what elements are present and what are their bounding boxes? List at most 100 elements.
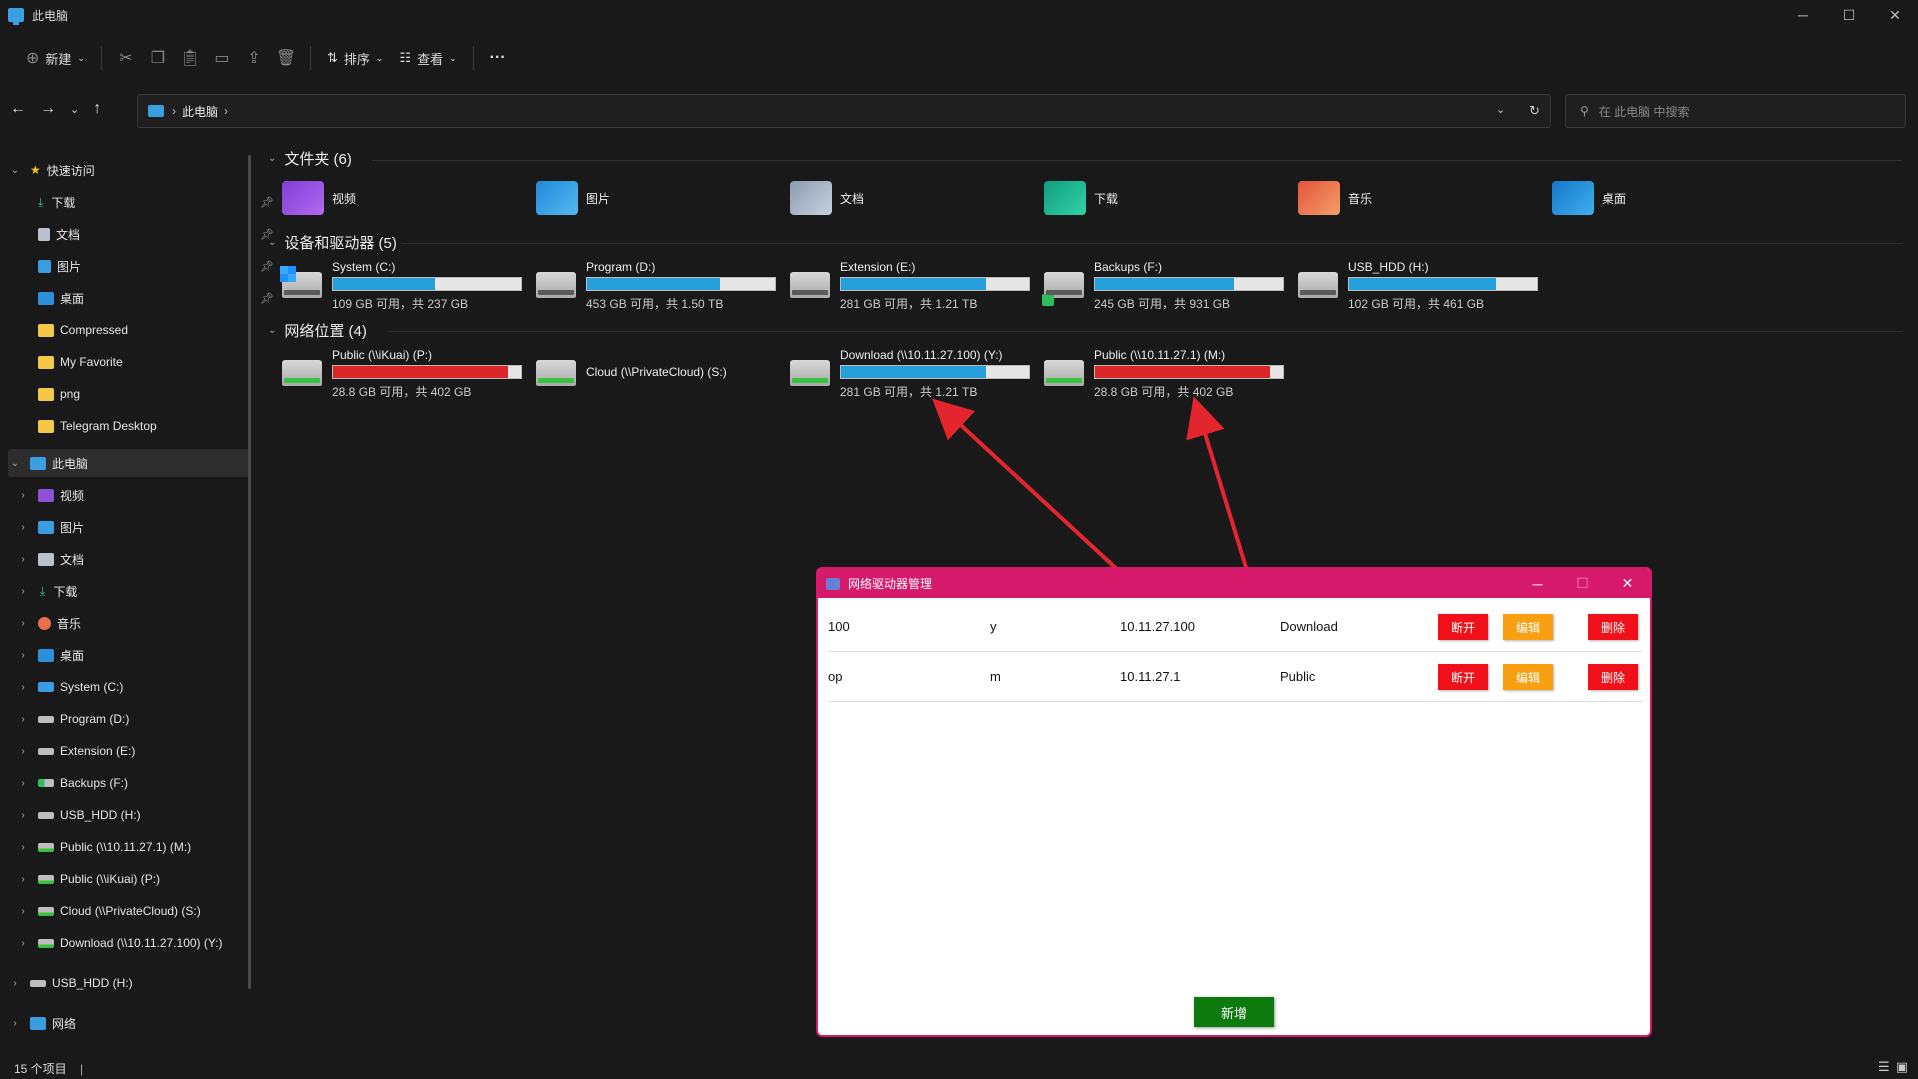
folder-music[interactable]: 音乐 — [1298, 176, 1548, 220]
sidebar-item-folder[interactable]: png — [38, 380, 280, 408]
chevron-down-icon[interactable]: ⌄ — [8, 165, 22, 176]
sidebar-item-drive-m[interactable]: › Public (\\10.11.27.1) (M:) — [16, 833, 258, 861]
sidebar-item-pictures[interactable]: 图片 📌︎ — [38, 252, 280, 280]
sidebar-scrollbar[interactable] — [248, 155, 251, 989]
chevron-right-icon[interactable]: › — [16, 842, 30, 853]
chevron-right-icon[interactable]: › — [16, 714, 30, 725]
sidebar-item-downloads[interactable]: ⤓ 下载 📌︎ — [38, 188, 280, 216]
folder-videos[interactable]: 视频 — [282, 176, 532, 220]
group-header-folders[interactable]: ⌄ 文件夹 (6) — [268, 148, 352, 169]
more-icon[interactable]: ··· — [482, 49, 514, 67]
sidebar-item-this-pc[interactable]: ⌄ 此电脑 — [8, 449, 250, 477]
sidebar-item-drive-c[interactable]: › System (C:) — [16, 673, 258, 701]
dialog-title-bar[interactable]: 网络驱动器管理 ─ ☐ ✕ — [818, 569, 1650, 598]
sidebar-item-videos[interactable]: › 视频 — [16, 481, 258, 509]
sidebar-item-usb[interactable]: › USB_HDD (H:) — [8, 969, 250, 997]
edit-button[interactable]: 编辑 — [1503, 614, 1553, 640]
chevron-right-icon[interactable]: › — [16, 618, 30, 629]
add-button[interactable]: 新增 — [1194, 997, 1274, 1027]
sidebar-item-documents[interactable]: 文档 📌︎ — [38, 220, 280, 248]
chevron-right-icon[interactable]: › — [16, 874, 30, 885]
folder-pictures[interactable]: 图片 — [536, 176, 786, 220]
folder-desktop[interactable]: 桌面 — [1552, 176, 1802, 220]
drive-tile[interactable]: USB_HDD (H:) 102 GB 可用，共 461 GB — [1298, 260, 1550, 311]
chevron-right-icon[interactable]: › — [8, 978, 22, 989]
sidebar-item-network[interactable]: › 网络 — [8, 1009, 250, 1037]
chevron-right-icon[interactable]: › — [16, 650, 30, 661]
details-view-icon[interactable]: ☰ — [1878, 1059, 1890, 1075]
sidebar-item-drive-y[interactable]: › Download (\\10.11.27.100) (Y:) — [16, 929, 258, 957]
search-input[interactable]: ⚲ 在 此电脑 中搜索 — [1565, 94, 1906, 128]
tiles-view-icon[interactable]: ▣ — [1896, 1059, 1908, 1075]
group-header-network[interactable]: ⌄ 网络位置 (4) — [268, 320, 367, 341]
sidebar-item-drive-s[interactable]: › Cloud (\\PrivateCloud) (S:) — [16, 897, 258, 925]
edit-button[interactable]: 编辑 — [1503, 664, 1553, 690]
maximize-icon[interactable]: ☐ — [1560, 569, 1605, 598]
sidebar-item-pictures[interactable]: › 图片 — [16, 513, 258, 541]
chevron-down-icon[interactable]: ⌄ — [268, 325, 276, 336]
new-button[interactable]: ⊕ 新建 ⌄ — [18, 42, 93, 74]
delete-button[interactable]: 删除 — [1588, 614, 1638, 640]
back-icon[interactable]: ← — [10, 100, 26, 118]
network-drive-tile[interactable]: Public (\\10.11.27.1) (M:) 28.8 GB 可用，共 4… — [1044, 348, 1296, 399]
chevron-right-icon[interactable]: › — [16, 522, 30, 533]
disconnect-button[interactable]: 断开 — [1438, 614, 1488, 640]
chevron-right-icon[interactable]: › — [8, 1018, 22, 1029]
share-icon[interactable]: ⇪ — [238, 48, 270, 68]
delete-icon[interactable]: 🗑︎ — [270, 48, 302, 68]
drive-tile[interactable]: System (C:) 109 GB 可用，共 237 GB — [280, 260, 534, 311]
sidebar-item-folder[interactable]: My Favorite — [38, 348, 280, 376]
chevron-right-icon[interactable]: › — [16, 490, 30, 501]
sort-button[interactable]: ⇅ 排序 ⌄ — [319, 42, 391, 74]
chevron-right-icon[interactable]: › — [172, 104, 176, 118]
drive-tile[interactable]: Backups (F:) 245 GB 可用，共 931 GB — [1042, 260, 1296, 311]
view-button[interactable]: ☷ 查看 ⌄ — [391, 42, 464, 74]
sidebar-item-desktop[interactable]: 桌面 📌︎ — [38, 284, 280, 312]
address-bar[interactable]: › 此电脑 › ⌄ ↻ — [137, 94, 1551, 128]
chevron-right-icon[interactable]: › — [16, 810, 30, 821]
minimize-icon[interactable]: ─ — [1780, 0, 1826, 30]
copy-icon[interactable]: ❐ — [142, 48, 174, 68]
chevron-down-icon[interactable]: ⌄ — [268, 153, 276, 164]
chevron-right-icon[interactable]: › — [16, 938, 30, 949]
paste-icon[interactable]: 📋︎ — [174, 48, 206, 68]
chevron-right-icon[interactable]: › — [16, 586, 30, 597]
group-header-drives[interactable]: ⌄ 设备和驱动器 (5) — [268, 232, 397, 253]
network-drive-tile[interactable]: Cloud (\\PrivateCloud) (S:) — [536, 348, 788, 398]
chevron-right-icon[interactable]: › — [16, 778, 30, 789]
sidebar-item-music[interactable]: › 音乐 — [16, 609, 258, 637]
sidebar-item-drive-h[interactable]: › USB_HDD (H:) — [16, 801, 258, 829]
sidebar-item-drive-p[interactable]: › Public (\\iKuai) (P:) — [16, 865, 258, 893]
history-chevron-icon[interactable]: ⌄ — [1496, 103, 1505, 119]
folder-documents[interactable]: 文档 — [790, 176, 1040, 220]
cut-icon[interactable]: ✂ — [110, 48, 142, 68]
sidebar-item-drive-e[interactable]: › Extension (E:) — [16, 737, 258, 765]
forward-icon[interactable]: → — [40, 100, 56, 118]
refresh-icon[interactable]: ↻ — [1529, 103, 1540, 119]
minimize-icon[interactable]: ─ — [1515, 569, 1560, 598]
breadcrumb-this-pc[interactable]: 此电脑 — [182, 103, 218, 120]
chevron-right-icon[interactable]: › — [16, 906, 30, 917]
close-icon[interactable]: ✕ — [1872, 0, 1918, 30]
rename-icon[interactable]: ▭ — [206, 48, 238, 68]
sidebar-item-drive-f[interactable]: › Backups (F:) — [16, 769, 258, 797]
chevron-right-icon[interactable]: › — [16, 554, 30, 565]
recent-chevron-icon[interactable]: ⌄ — [70, 103, 79, 118]
disconnect-button[interactable]: 断开 — [1438, 664, 1488, 690]
chevron-right-icon[interactable]: › — [224, 104, 228, 118]
sidebar-item-documents[interactable]: › 文档 — [16, 545, 258, 573]
network-drive-tile[interactable]: Public (\\iKuai) (P:) 28.8 GB 可用，共 402 GB — [282, 348, 534, 399]
sidebar-item-drive-d[interactable]: › Program (D:) — [16, 705, 258, 733]
chevron-down-icon[interactable]: ⌄ — [8, 458, 22, 469]
delete-button[interactable]: 删除 — [1588, 664, 1638, 690]
drive-tile[interactable]: Program (D:) 453 GB 可用，共 1.50 TB — [536, 260, 788, 311]
sidebar-item-folder[interactable]: Compressed — [38, 316, 280, 344]
folder-downloads[interactable]: 下载 — [1044, 176, 1294, 220]
chevron-right-icon[interactable]: › — [16, 746, 30, 757]
chevron-down-icon[interactable]: ⌄ — [268, 237, 276, 248]
network-drive-tile[interactable]: Download (\\10.11.27.100) (Y:) 281 GB 可用，… — [790, 348, 1042, 399]
sidebar-item-folder[interactable]: Telegram Desktop — [38, 412, 280, 440]
sidebar-item-desktop[interactable]: › 桌面 — [16, 641, 258, 669]
sidebar-item-downloads[interactable]: › ⤓ 下载 — [16, 577, 258, 605]
sidebar-quick-access[interactable]: ⌄ ★ 快速访问 — [8, 156, 250, 184]
